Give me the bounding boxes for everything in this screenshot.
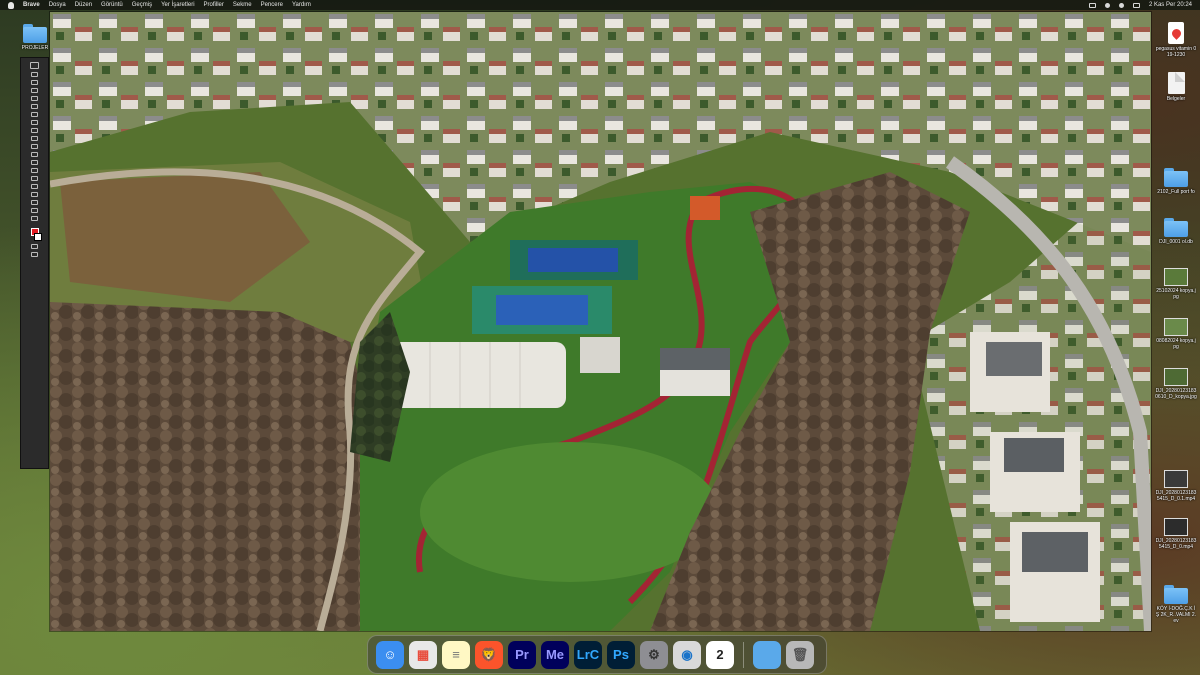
desktop-item-portfolio[interactable]: 2102_Full port fo [1155, 168, 1197, 195]
desktop-item-video-1[interactable]: DJI_20280123183 5415_D_0.1.mp4 [1155, 470, 1197, 502]
dock-app-trash[interactable]: 🗑 [786, 640, 814, 669]
menu-item-file[interactable]: Dosya [49, 2, 66, 8]
dock-app-downloads[interactable] [753, 640, 781, 669]
dock-app-lightroom-classic[interactable]: LrC [574, 640, 602, 669]
desktop-item-label: DJI_20280123183 0610_D_kopya.jpg [1155, 388, 1197, 400]
blur-tool-icon[interactable] [31, 152, 38, 157]
more-tools-icon[interactable] [31, 216, 38, 221]
desktop-item-label: 2102_Full port fo [1157, 189, 1195, 195]
desktop-item-label: Belgeler [1166, 96, 1186, 102]
eyedropper-tool-icon[interactable] [31, 96, 38, 101]
menu-app-name[interactable]: Brave [23, 2, 40, 8]
background-color-swatch[interactable] [33, 233, 42, 241]
desktop-item-label: 25102024 kopya.jpg [1156, 288, 1196, 300]
location-pin-icon [1168, 22, 1184, 44]
image-canvas[interactable] [50, 12, 1151, 631]
pen-tool-icon[interactable] [31, 168, 38, 173]
video-icon [1164, 518, 1188, 536]
dock-app-brave[interactable]: 🦁 [475, 640, 503, 669]
menu-item-bookmarks[interactable]: Yer İşaretleri [161, 2, 194, 8]
dock-app-premiere-pro[interactable]: Pr [508, 640, 536, 669]
folder-icon [1164, 585, 1188, 604]
screen-mode-icon[interactable] [31, 252, 38, 257]
desktop-item-belgeler[interactable]: Belgeler [1155, 72, 1197, 102]
menu-item-window[interactable]: Pencere [261, 2, 283, 8]
eraser-tool-icon[interactable] [31, 136, 38, 141]
battery-icon[interactable] [1088, 2, 1096, 8]
history-brush-icon[interactable] [31, 128, 38, 133]
menu-bar: Brave Dosya Düzen Görüntü Geçmiş Yer İşa… [0, 0, 1200, 10]
gradient-tool-icon[interactable] [31, 144, 38, 149]
desktop-item-label: DJI_20280123183 5415_D_0.1.mp4 [1155, 490, 1197, 502]
stamp-tool-icon[interactable] [31, 120, 38, 125]
aerial-photo [50, 12, 1151, 631]
dock-app-notes[interactable]: ≡ [442, 640, 470, 669]
shape-tool-icon[interactable] [31, 192, 38, 197]
desktop-item-label: 08082024 kopya.jpg [1156, 338, 1196, 350]
desktop-item-label: PROJELER [21, 45, 49, 51]
menu-item-edit[interactable]: Düzen [75, 2, 92, 8]
dock-app-quicktime[interactable]: ◉ [673, 640, 701, 669]
search-icon[interactable] [1118, 2, 1124, 8]
menu-item-profiles[interactable]: Profiller [204, 2, 224, 8]
desktop-item-label: KÖY İ-DOĞ.Ç.K İŞ 2K_R..VALMI 2.ev [1155, 606, 1197, 624]
folder-icon [1164, 168, 1188, 187]
dock-app-finder[interactable]: ☺ [376, 640, 404, 669]
crop-tool-icon[interactable] [31, 88, 38, 93]
desktop-item-label: pegasus vitamin 019-1230 [1155, 46, 1197, 58]
healing-tool-icon[interactable] [31, 104, 38, 109]
folder-icon [23, 24, 47, 43]
apple-menu-icon[interactable] [8, 1, 14, 9]
dock-app-calendar[interactable]: 2 [706, 640, 734, 669]
desktop-item-image-1[interactable]: 25102024 kopya.jpg [1155, 268, 1197, 300]
desktop-item-dji-folder[interactable]: DJI_0001 ol.db [1155, 218, 1197, 245]
hand-tool-icon[interactable] [31, 200, 38, 205]
desktop-item-kov-folder[interactable]: KÖY İ-DOĞ.Ç.K İŞ 2K_R..VALMI 2.ev [1155, 585, 1197, 624]
dock-app-photoshop[interactable]: Ps [607, 640, 635, 669]
zoom-tool-icon[interactable] [31, 208, 38, 213]
menu-item-tab[interactable]: Sekme [233, 2, 252, 8]
dock: ☺ ▦ ≡ 🦁 Pr Me LrC Ps ⚙ ◉ 2 🗑 [367, 635, 827, 674]
menu-item-view[interactable]: Görüntü [101, 2, 123, 8]
control-center-icon[interactable] [1132, 2, 1140, 8]
desktop-item-image-2[interactable]: 08082024 kopya.jpg [1155, 318, 1197, 350]
lasso-tool-icon[interactable] [31, 80, 38, 85]
image-icon [1164, 368, 1188, 386]
desktop-item-label: DJI_20280123183 5415_D_0.mp4 [1155, 538, 1197, 550]
menu-clock[interactable]: 2 Kas Per 20:24 [1149, 2, 1192, 8]
marquee-tool-icon[interactable] [31, 72, 38, 77]
document-icon [1167, 72, 1185, 94]
menu-item-history[interactable]: Geçmiş [132, 2, 152, 8]
folder-icon [1164, 218, 1188, 237]
tools-panel [20, 57, 49, 469]
brush-tool-icon[interactable] [31, 112, 38, 117]
desktop-item-label: DJI_0001 ol.db [1159, 239, 1193, 245]
desktop-item-image-3[interactable]: DJI_20280123183 0610_D_kopya.jpg [1155, 368, 1197, 400]
desktop-item-pegasus[interactable]: pegasus vitamin 019-1230 [1155, 22, 1197, 58]
wifi-icon[interactable] [1104, 2, 1110, 8]
path-select-tool-icon[interactable] [31, 184, 38, 189]
image-icon [1164, 268, 1188, 286]
type-tool-icon[interactable] [31, 176, 38, 181]
image-icon [1164, 318, 1188, 336]
dodge-tool-icon[interactable] [31, 160, 38, 165]
dock-separator [743, 641, 744, 668]
move-tool-icon[interactable] [30, 62, 39, 69]
menu-item-help[interactable]: Yardım [292, 2, 311, 8]
dock-app-launchpad[interactable]: ▦ [409, 640, 437, 669]
quick-mask-icon[interactable] [31, 244, 38, 249]
dock-app-system-settings[interactable]: ⚙ [640, 640, 668, 669]
desktop-item-video-2[interactable]: DJI_20280123183 5415_D_0.mp4 [1155, 518, 1197, 550]
dock-app-media-encoder[interactable]: Me [541, 640, 569, 669]
video-icon [1164, 470, 1188, 488]
